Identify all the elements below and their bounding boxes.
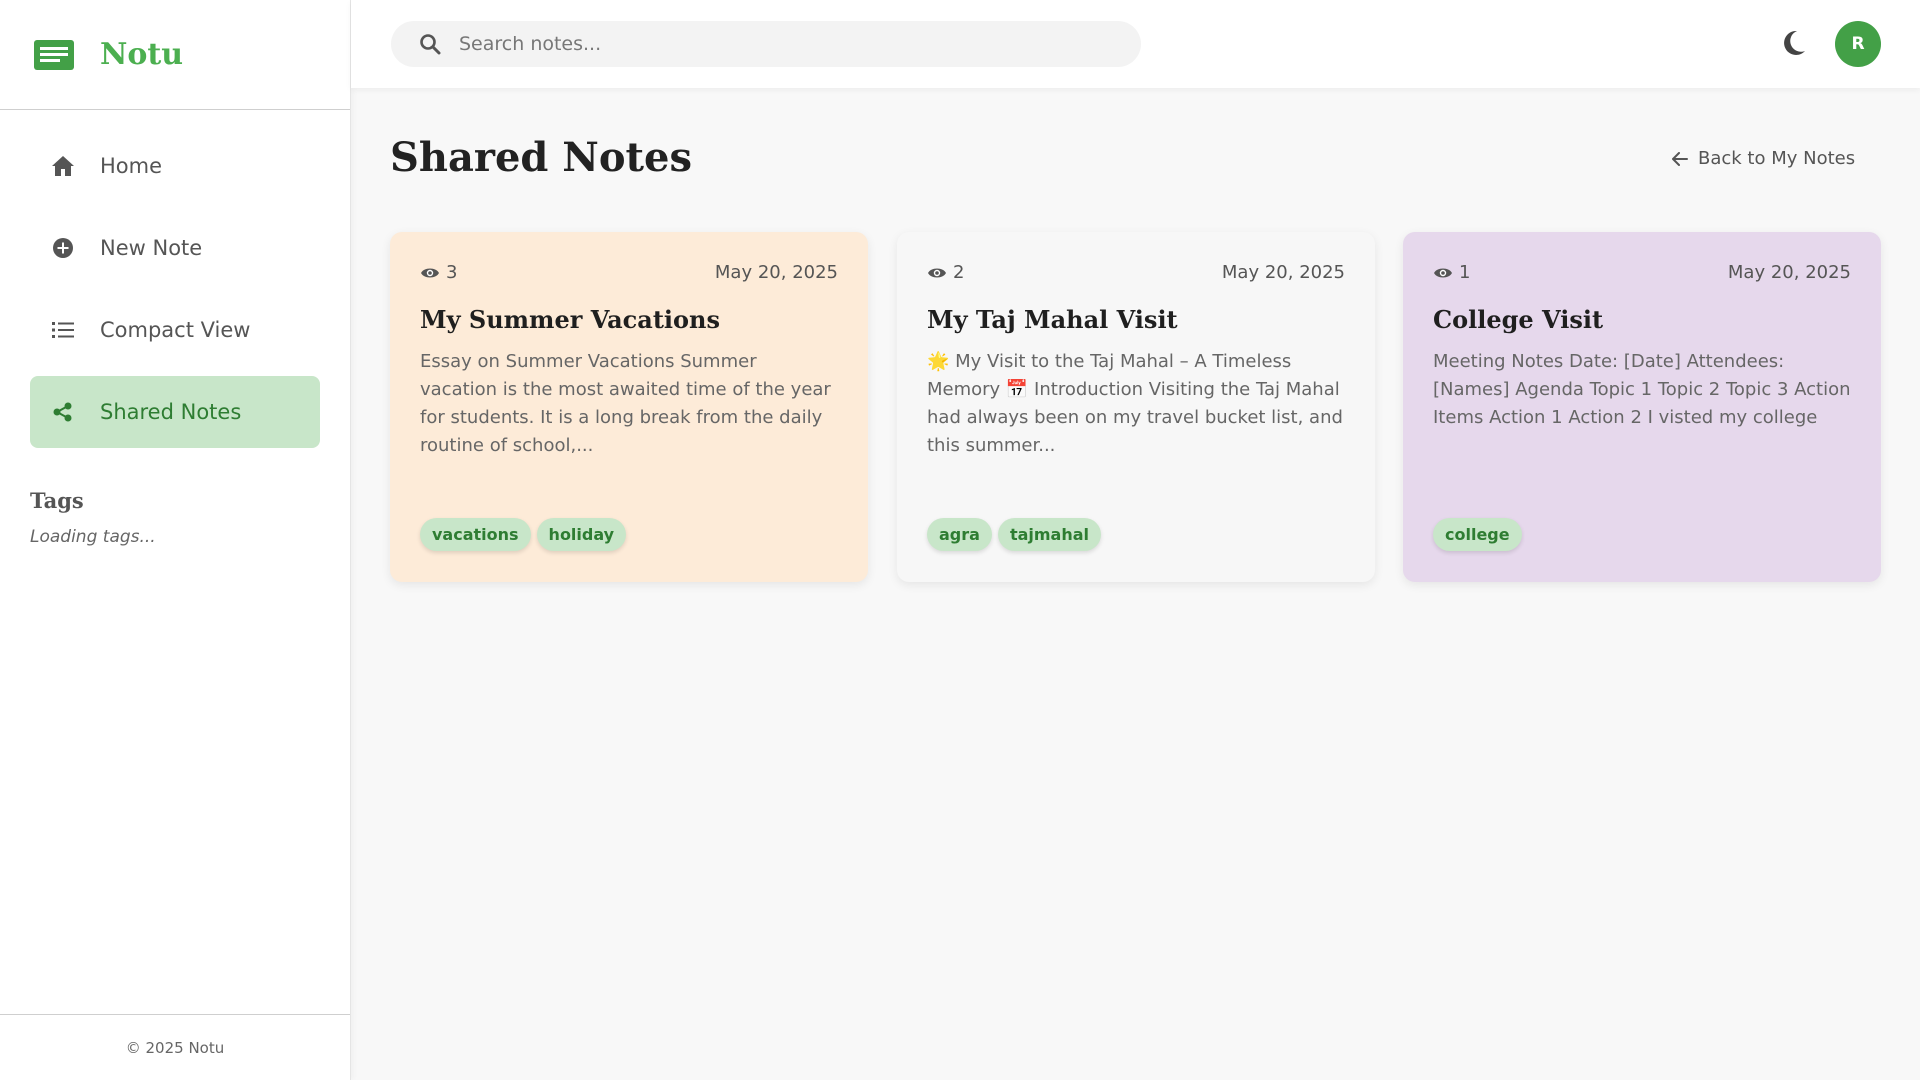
back-link-label: Back to My Notes — [1698, 148, 1856, 169]
view-count-value: 2 — [953, 262, 965, 283]
search-input[interactable] — [457, 32, 1101, 56]
tags-heading: Tags — [30, 488, 84, 513]
tags-loading-text: Loading tags... — [30, 527, 156, 547]
note-date: May 20, 2025 — [1221, 262, 1345, 283]
eye-icon — [420, 266, 440, 280]
tag-chip[interactable]: vacations — [420, 518, 531, 551]
note-tags: vacations holiday — [420, 518, 627, 551]
dark-mode-toggle-icon[interactable] — [1781, 29, 1807, 61]
share-icon — [50, 399, 76, 425]
search-icon — [419, 33, 441, 55]
back-to-my-notes-link[interactable]: Back to My Notes — [1672, 148, 1855, 169]
top-bar: R — [351, 0, 1920, 88]
sidebar-item-label: New Note — [100, 236, 203, 260]
note-excerpt: Essay on Summer Vacations Summer vacatio… — [420, 351, 831, 456]
note-excerpt: Meeting Notes Date: [Date] Attendees: [N… — [1433, 351, 1851, 428]
sidebar-item-compact-view[interactable]: Compact View — [30, 294, 320, 366]
view-count-value: 3 — [446, 262, 458, 283]
sidebar-item-new-note[interactable]: New Note — [30, 212, 320, 284]
note-date: May 20, 2025 — [714, 262, 838, 283]
note-card[interactable]: 3 May 20, 2025 My Summer Vacations Essay… — [390, 232, 868, 582]
brand[interactable]: Notu — [0, 0, 350, 110]
sidebar-item-label: Shared Notes — [100, 400, 242, 424]
note-title: College Visit — [1433, 305, 1604, 334]
sidebar-item-label: Home — [100, 154, 163, 178]
plus-circle-icon — [50, 235, 76, 261]
notes-logo-icon — [34, 39, 74, 70]
note-card[interactable]: 2 May 20, 2025 My Taj Mahal Visit 🌟 My V… — [897, 232, 1375, 582]
search-bar[interactable] — [391, 21, 1141, 67]
tag-chip[interactable]: college — [1433, 518, 1522, 551]
sidebar-footer: © 2025 Notu — [0, 1014, 350, 1080]
tag-chip[interactable]: agra — [927, 518, 992, 551]
avatar[interactable]: R — [1835, 21, 1881, 67]
note-tags: agra tajmahal — [927, 518, 1102, 551]
view-count-value: 1 — [1459, 262, 1471, 283]
eye-icon — [927, 266, 947, 280]
tag-chip[interactable]: tajmahal — [997, 518, 1102, 551]
brand-name: Notu — [100, 37, 184, 72]
sidebar-item-shared-notes[interactable]: Shared Notes — [30, 376, 320, 448]
sidebar: Notu Home New Note Compact View Shared N… — [0, 0, 351, 1080]
note-excerpt: 🌟 My Visit to the Taj Mahal – A Timeless… — [927, 351, 1343, 456]
list-icon — [50, 317, 76, 343]
view-count: 2 — [927, 262, 964, 283]
home-icon — [50, 153, 76, 179]
note-date: May 20, 2025 — [1727, 262, 1851, 283]
arrow-left-icon — [1672, 151, 1688, 166]
note-title: My Summer Vacations — [420, 305, 721, 334]
note-card[interactable]: 1 May 20, 2025 College Visit Meeting Not… — [1403, 232, 1881, 582]
view-count: 3 — [420, 262, 457, 283]
sidebar-item-home[interactable]: Home — [30, 130, 320, 202]
note-tags: college — [1433, 518, 1522, 551]
page-title: Shared Notes — [390, 134, 692, 181]
note-title: My Taj Mahal Visit — [927, 305, 1178, 334]
eye-icon — [1433, 266, 1453, 280]
sidebar-nav: Home New Note Compact View Shared Notes — [0, 110, 350, 448]
sidebar-item-label: Compact View — [100, 318, 251, 342]
tag-chip[interactable]: holiday — [536, 518, 627, 551]
view-count: 1 — [1433, 262, 1470, 283]
